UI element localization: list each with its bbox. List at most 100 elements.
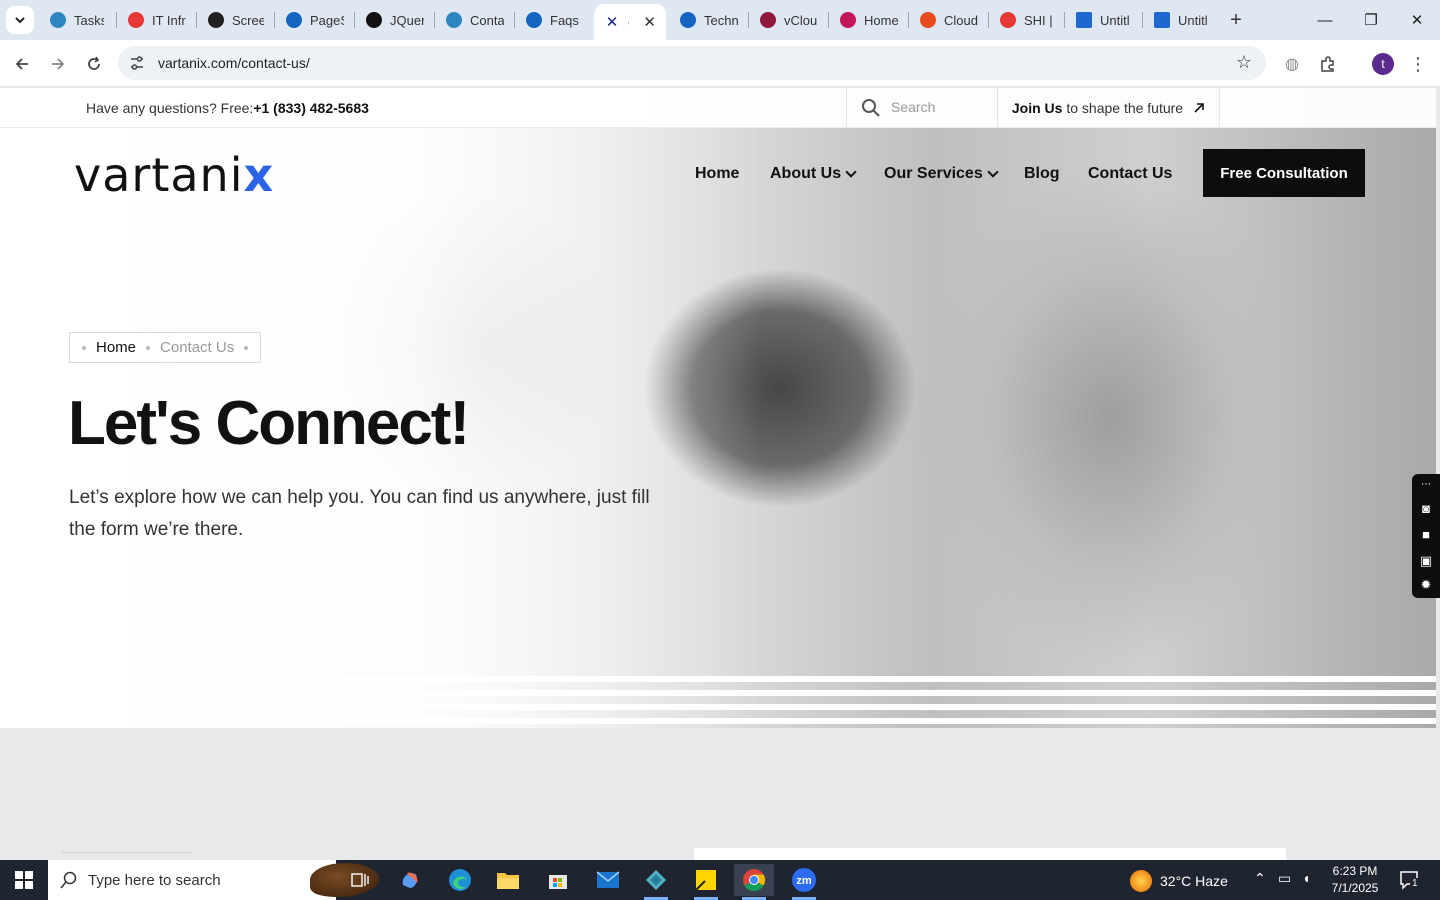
restore-button[interactable]: ❐ [1348,6,1394,34]
browser-tab-untitled-1[interactable]: Untitl [1066,6,1142,34]
nav-home[interactable]: Home [695,165,739,183]
arrow-left-icon [15,58,28,70]
vartanix-logo[interactable]: vartanix [74,150,274,200]
taskbar-search-placeholder: Type here to search [88,872,221,889]
browser-toolbar: vartanix.com/contact-us/ ☆ ◍ ⋮ [0,40,1440,87]
join-us-text: to shape the future [1066,100,1184,116]
search-icon[interactable] [861,98,881,118]
contact-favicon-icon [446,12,462,28]
notification-center-icon[interactable]: 1 [1398,869,1420,891]
windows-logo-icon [15,871,33,889]
camera-icon[interactable]: ◙ [1418,502,1434,516]
puzzle-icon [1321,56,1334,72]
more-icon[interactable]: ⋯ [1418,478,1434,492]
browser-menu-icon[interactable]: ⋮ [1404,50,1432,78]
address-bar[interactable]: vartanix.com/contact-us/ ☆ [118,46,1266,80]
window-icon[interactable]: ▣ [1418,554,1434,568]
free-consultation-button[interactable]: Free Consultation [1203,149,1365,197]
video-icon[interactable]: ■ [1418,528,1434,542]
browser-tab-pagespeed[interactable]: PageS [276,6,354,34]
forward-button[interactable] [44,50,72,78]
breadcrumb-home-link[interactable]: Home [96,339,136,356]
breadcrumb: Home Contact Us [69,332,262,363]
browser-tab-tasks[interactable]: Tasks [40,6,114,34]
join-us-bold: Join Us [1011,100,1063,116]
reload-button[interactable] [80,50,108,78]
start-button[interactable] [0,860,48,900]
clock-time: 6:23 PM [1332,864,1378,878]
minimize-button[interactable]: — [1302,6,1348,34]
browser-tab-shi[interactable]: SHI | I [990,6,1064,34]
search-input[interactable] [891,99,991,115]
volume-icon[interactable]: ◖ [1302,870,1310,886]
nav-contact-us[interactable]: Contact Us [1088,165,1172,183]
techno-favicon-icon [680,12,696,28]
nav-label: About Us [770,165,842,182]
arrow-right-icon [52,58,65,70]
join-us-link[interactable]: Join Us to shape the future [998,88,1220,128]
browser-tab-contact[interactable]: Conta [436,6,514,34]
copilot-icon[interactable] [390,864,430,896]
translate-icon[interactable]: ◍ [1278,50,1306,78]
nav-about-us[interactable]: About Us [770,165,857,183]
site-search[interactable] [846,88,998,128]
microsoft-store-icon[interactable] [538,864,578,896]
taskbar-search-box[interactable]: Type here to search [48,860,380,900]
tab-label: PageS [310,12,344,28]
nav-label: Home [695,165,740,182]
phone-number-link[interactable]: +1 (833) 482-5683 [253,100,369,116]
back-button[interactable] [8,50,36,78]
browser-tab-active[interactable]: ✕ G ✕ [594,4,666,40]
sticky-notes-icon[interactable] [686,864,726,900]
extensions-icon[interactable] [1314,50,1342,78]
svg-text:zm: zm [796,875,812,887]
nav-our-services[interactable]: Our Services [884,165,999,183]
tab-label: JQuer [390,12,424,28]
browser-tab-home[interactable]: Home [830,6,908,34]
browser-tab-jquery[interactable]: JQuer [356,6,434,34]
edge-icon[interactable] [440,864,480,896]
close-tab-icon[interactable]: ✕ [643,13,656,31]
browser-tab-screen[interactable]: Scree [198,6,274,34]
browser-tab-untitled-2[interactable]: Untitl [1144,6,1220,34]
weather-widget[interactable]: 32°C Haze [1130,870,1228,892]
clock-date: 7/1/2025 [1331,881,1379,895]
tab-label: Techn [704,12,738,28]
browser-tab-vcloud[interactable]: vClou [750,6,828,34]
system-clock[interactable]: 6:23 PM 7/1/2025 [1322,863,1388,897]
phone-prefix: Have any questions? Free: [86,100,254,116]
url-text[interactable]: vartanix.com/contact-us/ [158,55,310,71]
mail-icon[interactable] [588,864,628,896]
vcloud-favicon-icon [760,12,776,28]
network-icon[interactable]: ▭ [1278,870,1291,887]
task-view-icon[interactable] [340,864,380,896]
close-window-button[interactable]: ✕ [1394,6,1440,34]
browser-tab-techno[interactable]: Techn [670,6,748,34]
settings-gear-icon[interactable]: ✹ [1418,578,1434,592]
top-info-bar: Have any questions? Free:+1 (833) 482-56… [0,88,1436,128]
site-info-icon[interactable] [128,54,146,72]
profile-avatar[interactable]: t [1372,53,1394,75]
sun-icon [1130,870,1152,892]
chrome-icon[interactable] [734,864,774,900]
arrow-up-right-icon [1194,103,1204,113]
hero-section: Have any questions? Free:+1 (833) 482-56… [0,88,1436,728]
new-tab-button[interactable]: + [1224,8,1248,32]
nav-blog[interactable]: Blog [1024,165,1060,183]
logo-text: vartani [74,148,244,202]
page-title: Let's Connect! [68,389,470,458]
show-hidden-icons-chevron-icon[interactable]: ⌃ [1254,870,1266,887]
chevron-down-icon [15,17,25,24]
bookmark-star-icon[interactable]: ☆ [1236,52,1252,73]
browser-tab-faqs[interactable]: Faqs - [516,6,592,34]
tasks-favicon-icon [50,12,66,28]
vscode-like-app-icon[interactable] [636,864,676,900]
browser-tab-strip: Tasks IT Infr Scree PageS JQuer Conta Fa… [0,0,1440,40]
browser-tab-cloud[interactable]: Cloud [910,6,988,34]
jquery-favicon-icon [366,12,382,28]
tab-label: Untitl [1178,12,1208,28]
file-explorer-icon[interactable] [488,864,528,896]
tab-search-button[interactable] [6,6,34,34]
browser-tab-it-infra[interactable]: IT Infr [118,6,196,34]
zoom-icon[interactable]: zm [784,864,824,900]
